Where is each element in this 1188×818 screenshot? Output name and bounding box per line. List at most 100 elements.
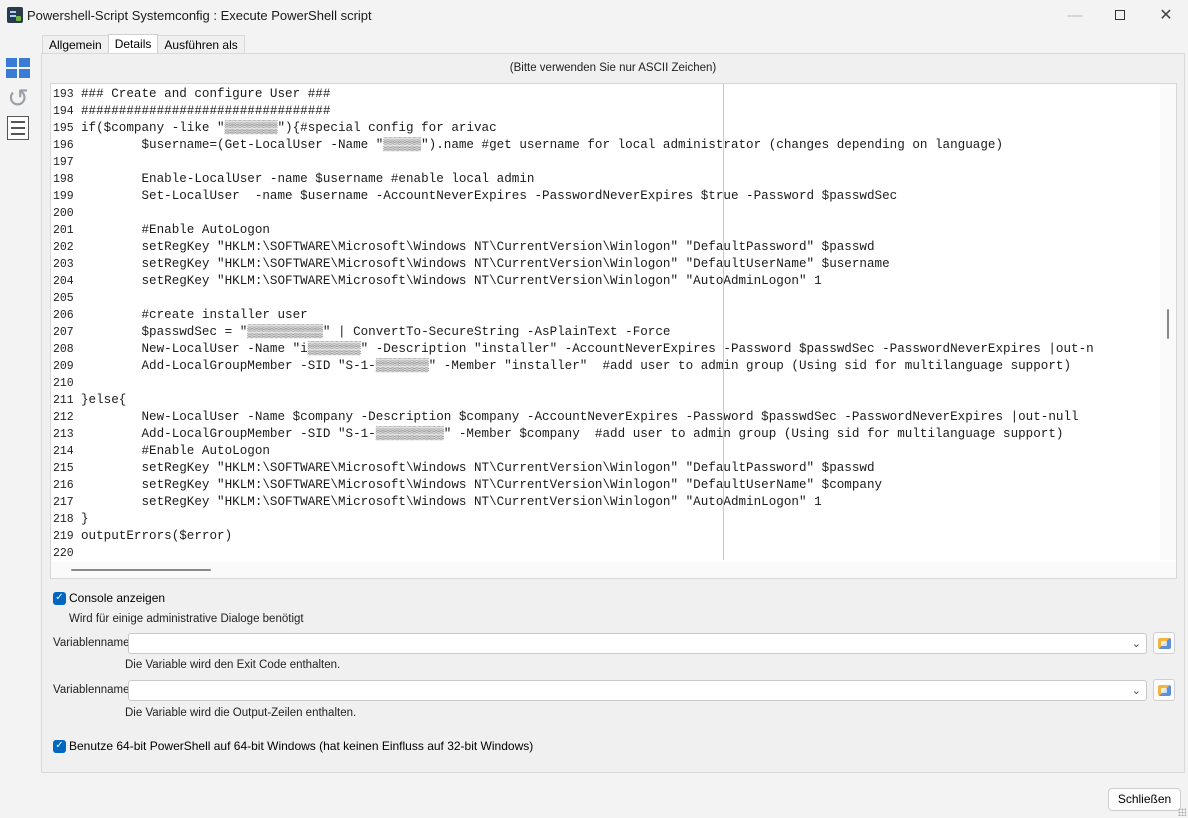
tab-allgemein[interactable]: Allgemein [42, 35, 109, 54]
vertical-scrollbar[interactable] [1160, 84, 1176, 560]
code-text: $passwdSec = "▒▒▒▒▒▒▒▒▒▒" | ConvertTo-Se… [81, 325, 671, 339]
code-text: setRegKey "HKLM:\SOFTWARE\Microsoft\Wind… [81, 461, 875, 475]
checkmark-icon: ✓ [55, 740, 64, 751]
line-number: 216 [53, 479, 74, 492]
code-line[interactable]: 206 #create installer user [51, 307, 1161, 324]
output-variable-picker-button[interactable] [1153, 679, 1175, 701]
code-text: setRegKey "HKLM:\SOFTWARE\Microsoft\Wind… [81, 478, 883, 492]
close-button[interactable]: Schließen [1108, 788, 1181, 811]
chevron-down-icon[interactable]: ⌄ [1132, 637, 1141, 650]
code-line[interactable]: 203 setRegKey "HKLM:\SOFTWARE\Microsoft\… [51, 256, 1161, 273]
code-line[interactable]: 218} [51, 511, 1161, 528]
code-line[interactable]: 217 setRegKey "HKLM:\SOFTWARE\Microsoft\… [51, 494, 1161, 511]
chevron-down-icon[interactable]: ⌄ [1132, 684, 1141, 697]
code-line[interactable]: 193 ### Create and configure User ### [51, 86, 1161, 103]
script-editor[interactable]: 193 ### Create and configure User ### 194 #… [50, 83, 1177, 579]
maximize-icon [1115, 10, 1125, 20]
code-text: New-LocalUser -Name "i▒▒▒▒▒▒▒" -Descript… [81, 342, 1094, 356]
code-text: Add-LocalGroupMember -SID "S-1-▒▒▒▒▒▒▒▒▒… [81, 427, 1064, 441]
code-line[interactable]: 202 setRegKey "HKLM:\SOFTWARE\Microsoft\… [51, 239, 1161, 256]
code-line[interactable]: 208 New-LocalUser -Name "i▒▒▒▒▒▒▒" -Desc… [51, 341, 1161, 358]
code-line[interactable]: 209 Add-LocalGroupMember -SID "S-1-▒▒▒▒▒… [51, 358, 1161, 375]
code-line[interactable]: 205 [51, 290, 1161, 307]
maximize-button[interactable] [1097, 0, 1143, 30]
code-text: outputErrors($error) [81, 529, 233, 543]
line-number: 202 [53, 241, 74, 254]
code-text: setRegKey "HKLM:\SOFTWARE\Microsoft\Wind… [81, 495, 822, 509]
code-line[interactable]: 201 #Enable AutoLogon [51, 222, 1161, 239]
code-text: Enable-LocalUser -name $username #enable… [81, 172, 535, 186]
line-number: 196 [53, 139, 74, 152]
code-text: }else{ [81, 393, 127, 407]
code-line[interactable]: 214 #Enable AutoLogon [51, 443, 1161, 460]
console-checkbox-row[interactable]: ✓ Console anzeigen [53, 591, 165, 605]
close-window-button[interactable]: ✕ [1143, 0, 1188, 30]
window-title: Powershell-Script Systemconfig : Execute… [27, 8, 372, 23]
code-line[interactable]: 197 [51, 154, 1161, 171]
code-line[interactable]: 196 $username=(Get-LocalUser -Name "▒▒▒▒… [51, 137, 1161, 154]
line-number: 206 [53, 309, 74, 322]
code-line[interactable]: 215 setRegKey "HKLM:\SOFTWARE\Microsoft\… [51, 460, 1161, 477]
code-text: } [81, 512, 89, 526]
variable-picker-icon [1158, 638, 1171, 649]
code-line[interactable]: 194 ################################# [51, 103, 1161, 120]
ascii-hint: (Bitte verwenden Sie nur ASCII Zeichen) [509, 62, 717, 74]
use64bit-checkbox-row[interactable]: ✓ Benutze 64-bit PowerShell auf 64-bit W… [53, 739, 533, 753]
code-text: setRegKey "HKLM:\SOFTWARE\Microsoft\Wind… [81, 240, 875, 254]
code-line[interactable]: 219 outputErrors($error) [51, 528, 1161, 545]
code-line[interactable]: 195 if($company -like "▒▒▒▒▒▒▒"){#special… [51, 120, 1161, 137]
exit-code-variable-label: Variablenname [53, 637, 130, 649]
use64bit-label: Benutze 64-bit PowerShell auf 64-bit Win… [69, 739, 534, 753]
code-line[interactable]: 199 Set-LocalUser -name $username -Accou… [51, 188, 1161, 205]
resize-grip-icon[interactable] [1178, 808, 1186, 816]
exit-code-variable-combo[interactable]: ⌄ [128, 633, 1147, 654]
code-text: #Enable AutoLogon [81, 223, 270, 237]
output-variable-combo[interactable]: ⌄ [128, 680, 1147, 701]
horizontal-scrollbar[interactable] [51, 562, 1176, 578]
horizontal-scroll-thumb[interactable] [71, 569, 211, 571]
code-line[interactable]: 216 setRegKey "HKLM:\SOFTWARE\Microsoft\… [51, 477, 1161, 494]
editor-margin-line [723, 84, 724, 560]
exit-code-variable-picker-button[interactable] [1153, 632, 1175, 654]
minimize-button[interactable]: — [1052, 0, 1098, 30]
line-number: 204 [53, 275, 74, 288]
line-number: 201 [53, 224, 74, 237]
line-number: 197 [53, 156, 74, 169]
line-number: 212 [53, 411, 74, 424]
layout-grid-icon[interactable] [5, 54, 31, 80]
code-line[interactable]: 212 New-LocalUser -Name $company -Descri… [51, 409, 1161, 426]
code-text: Add-LocalGroupMember -SID "S-1-▒▒▒▒▒▒▒" … [81, 359, 1072, 373]
line-number: 203 [53, 258, 74, 271]
line-number: 215 [53, 462, 74, 475]
tab-details[interactable]: Details [107, 34, 159, 54]
code-area[interactable]: 193 ### Create and configure User ### 194 #… [51, 86, 1161, 562]
code-line[interactable]: 204 setRegKey "HKLM:\SOFTWARE\Microsoft\… [51, 273, 1161, 290]
use64bit-checkbox[interactable]: ✓ [53, 739, 66, 753]
code-line[interactable]: 198 Enable-LocalUser -name $username #en… [51, 171, 1161, 188]
powershell-app-icon [7, 7, 23, 23]
minimize-icon: — [1067, 6, 1083, 24]
code-text: #Enable AutoLogon [81, 444, 270, 458]
vertical-scroll-thumb[interactable] [1167, 309, 1169, 339]
code-line[interactable]: 210 [51, 375, 1161, 392]
line-number: 210 [53, 377, 74, 390]
form-view-icon[interactable] [7, 116, 29, 140]
line-number: 220 [53, 547, 74, 560]
checkmark-icon: ✓ [55, 592, 64, 603]
refresh-icon[interactable]: ↺ [5, 85, 31, 111]
tab-ausf-hren-als[interactable]: Ausführen als [157, 35, 245, 54]
code-text: ################################# [81, 104, 331, 118]
tab-bar: Allgemein Details Ausführen als [42, 34, 245, 54]
code-text: $username=(Get-LocalUser -Name "▒▒▒▒▒").… [81, 138, 1004, 152]
code-line[interactable]: 220 [51, 545, 1161, 562]
code-line[interactable]: 213 Add-LocalGroupMember -SID "S-1-▒▒▒▒▒… [51, 426, 1161, 443]
code-line[interactable]: 207 $passwdSec = "▒▒▒▒▒▒▒▒▒▒" | ConvertT… [51, 324, 1161, 341]
line-number: 194 [53, 105, 74, 118]
console-checkbox[interactable]: ✓ [53, 591, 66, 605]
output-variable-label: Variablenname [53, 684, 130, 696]
code-line[interactable]: 200 [51, 205, 1161, 222]
code-text: Set-LocalUser -name $username -AccountNe… [81, 189, 898, 203]
code-text: ### Create and configure User ### [81, 87, 331, 101]
line-number: 200 [53, 207, 74, 220]
code-line[interactable]: 211}else{ [51, 392, 1161, 409]
